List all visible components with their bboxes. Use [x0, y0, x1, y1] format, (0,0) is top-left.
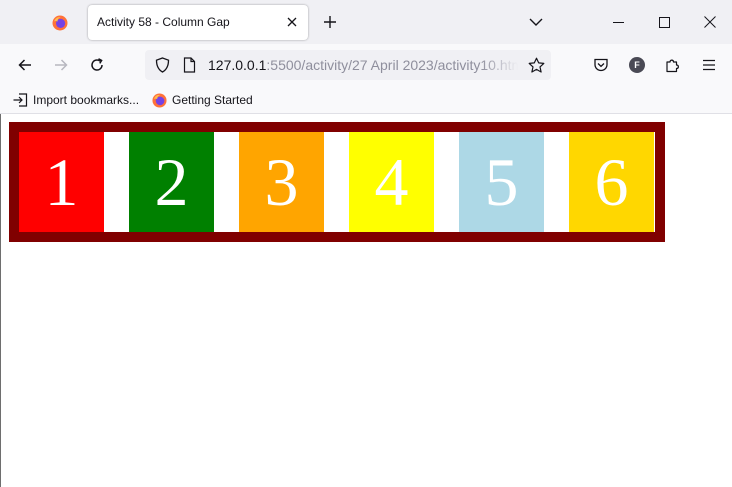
extensions-puzzle-icon[interactable]	[661, 53, 685, 77]
bookmark-label: Getting Started	[172, 93, 253, 107]
account-avatar[interactable]: F	[625, 53, 649, 77]
forward-arrow-icon[interactable]	[47, 51, 75, 79]
minimize-icon[interactable]	[603, 8, 633, 36]
close-window-icon[interactable]	[695, 8, 725, 36]
tab-strip: Activity 58 - Column Gap	[0, 0, 732, 44]
new-tab-icon[interactable]	[318, 10, 342, 34]
grid-container: 1 2 3 4 5 6	[9, 122, 665, 242]
bookmark-getting-started[interactable]: Getting Started	[152, 91, 253, 109]
grid-item-6: 6	[569, 132, 654, 232]
import-icon	[13, 93, 28, 107]
active-tab[interactable]: Activity 58 - Column Gap	[88, 5, 308, 40]
navigation-toolbar: 127.0.0.1:5500/activity/27 April 2023/ac…	[0, 44, 732, 86]
grid-item-3: 3	[239, 132, 324, 232]
maximize-icon[interactable]	[649, 8, 679, 36]
firefox-icon	[152, 92, 167, 108]
avatar: F	[629, 57, 645, 73]
firefox-icon	[52, 15, 68, 31]
list-all-tabs-chevron-down-icon[interactable]	[524, 10, 548, 34]
page-content: 1 2 3 4 5 6	[0, 114, 732, 487]
url-host: 127.0.0.1	[208, 57, 267, 73]
bookmark-label: Import bookmarks...	[33, 93, 140, 107]
page-info-icon[interactable]	[181, 57, 197, 73]
bookmark-star-icon[interactable]	[527, 56, 545, 74]
close-tab-icon[interactable]	[284, 14, 300, 30]
shield-icon[interactable]	[154, 57, 170, 73]
grid-item-1: 1	[19, 132, 104, 232]
firefox-view-button[interactable]	[46, 9, 74, 37]
reload-icon[interactable]	[83, 51, 111, 79]
grid-item-5: 5	[459, 132, 544, 232]
address-bar[interactable]: 127.0.0.1:5500/activity/27 April 2023/ac…	[145, 50, 551, 80]
grid-item-2: 2	[129, 132, 214, 232]
url-text[interactable]: 127.0.0.1:5500/activity/27 April 2023/ac…	[208, 57, 518, 73]
bookmark-import[interactable]: Import bookmarks...	[13, 91, 139, 109]
bookmarks-toolbar: Import bookmarks... Getting Started	[0, 86, 732, 114]
tab-title: Activity 58 - Column Gap	[97, 15, 230, 29]
back-arrow-icon[interactable]	[11, 51, 39, 79]
url-path: :5500/activity/27 April 2023/activity10.…	[266, 57, 518, 73]
pocket-icon[interactable]	[589, 53, 613, 77]
grid-item-4: 4	[349, 132, 434, 232]
hamburger-menu-icon[interactable]	[697, 53, 721, 77]
